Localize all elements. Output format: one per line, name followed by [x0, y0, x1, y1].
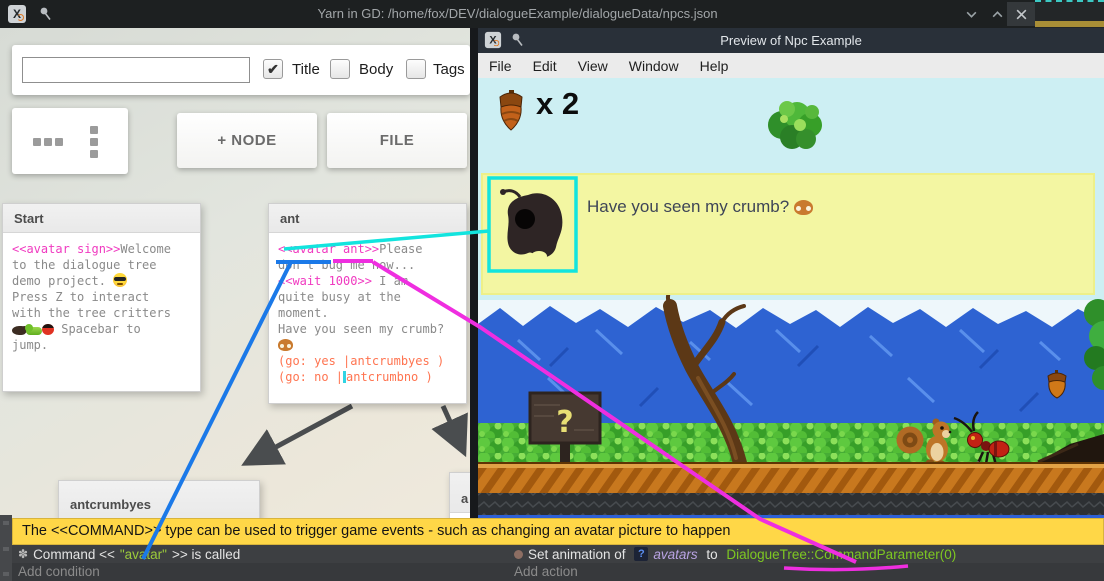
goto-option-no: (go: no |	[278, 370, 343, 384]
dialogue-text: Have you seen my crumb?	[587, 197, 813, 217]
ant-avatar	[498, 185, 570, 265]
checkbox-tags[interactable]	[406, 59, 426, 79]
ground-highlight	[478, 464, 1104, 468]
preview-window: Preview of Npc Example File Edit View Wi…	[470, 28, 1104, 581]
close-button[interactable]	[1007, 2, 1035, 26]
ground-edge	[478, 462, 1104, 464]
action-panel: Set animation of ? avatars to DialogueTre…	[508, 545, 1104, 581]
condition-text: >> is called	[172, 547, 240, 562]
node-ant-body[interactable]: <<avatar ant>>Please don't bug me now...…	[269, 233, 466, 393]
node-text: Press Z to interact with the tree critte…	[12, 290, 171, 320]
action-row[interactable]: Set animation of ? avatars to DialogueTre…	[508, 545, 1104, 563]
node-ant[interactable]: ant <<avatar ant>>Please don't bug me no…	[268, 203, 467, 404]
add-action[interactable]: Add action	[508, 563, 1104, 581]
checkbox-title-label: Title	[292, 61, 320, 78]
screen: Yarn in GD: /home/fox/DEV/dialogueExampl…	[0, 0, 1104, 581]
menu-help[interactable]: Help	[700, 58, 729, 74]
ladybug-emoji	[42, 324, 54, 335]
sunglasses-face-emoji	[113, 273, 127, 287]
yarn-command: <<avatar sign>>	[12, 242, 120, 256]
yarn-command: <<avatar ant>>	[278, 242, 379, 256]
hud-item-count: x 2	[536, 86, 579, 122]
preview-title: Preview of Npc Example	[478, 28, 1104, 53]
dialogue-line: Have you seen my crumb?	[587, 197, 794, 216]
missing-object-icon: ?	[634, 547, 648, 561]
node-antcrumbyes-title[interactable]: antcrumbyes	[59, 481, 259, 521]
background-window-sliver	[1035, 0, 1104, 28]
tip-banner: The <<COMMAND>> type can be used to trig…	[12, 518, 1104, 545]
file-button[interactable]: FILE	[327, 113, 467, 168]
yarn-editor-canvas[interactable]: Title Body Tags + NODE FILE	[0, 28, 470, 581]
window-title: Yarn in GD: /home/fox/DEV/dialogueExampl…	[0, 0, 1035, 28]
arrow-ant-to-antcrumbyes	[250, 406, 352, 461]
sign-question-mark: ?	[556, 405, 573, 440]
checkbox-body[interactable]	[330, 59, 350, 79]
node-start-title[interactable]: Start	[3, 204, 200, 233]
menu-view[interactable]: View	[578, 58, 608, 74]
condition-icon: ✽	[18, 547, 28, 561]
main-window-titlebar: Yarn in GD: /home/fox/DEV/dialogueExampl…	[0, 0, 1104, 28]
goto-option-no-target: antcrumbno )	[346, 370, 433, 384]
search-input[interactable]	[22, 57, 250, 83]
node-start-body[interactable]: <<avatar sign>>Welcome to the dialogue t…	[3, 233, 200, 361]
action-text: Set animation of	[528, 547, 629, 562]
action-expression: DialogueTree::CommandParameter(0)	[726, 547, 956, 562]
maximize-button[interactable]	[986, 2, 1008, 26]
menu-window[interactable]: Window	[629, 58, 679, 74]
search-panel: Title Body Tags	[12, 45, 470, 95]
bush-sprite	[762, 95, 828, 153]
condition-text: Command <<	[33, 547, 115, 562]
preview-titlebar: Preview of Npc Example	[478, 28, 1104, 53]
layout-toggle-card[interactable]	[12, 108, 128, 174]
rock-band	[478, 493, 1104, 515]
preview-menubar: File Edit View Window Help	[478, 53, 1104, 78]
yarn-command: <<wait 1000>>	[278, 274, 372, 288]
ground-dirt	[478, 468, 1104, 493]
node-start[interactable]: Start <<avatar sign>>Welcome to the dial…	[2, 203, 201, 392]
caterpillar-emoji	[26, 327, 42, 335]
events-sheet-gutter	[0, 515, 12, 581]
menu-edit[interactable]: Edit	[533, 58, 557, 74]
node-ant-title[interactable]: ant	[269, 204, 466, 233]
node-antcrumbno-title[interactable]: a	[450, 473, 470, 513]
pretzel-emoji	[794, 200, 813, 215]
checkbox-title[interactable]	[263, 59, 283, 79]
minimize-button[interactable]	[960, 2, 982, 26]
add-condition[interactable]: Add condition	[12, 563, 508, 581]
ant-emoji	[12, 326, 26, 335]
checkbox-tags-label: Tags	[433, 61, 465, 78]
menu-file[interactable]: File	[489, 58, 512, 74]
add-node-button[interactable]: + NODE	[177, 113, 317, 168]
action-icon	[514, 550, 523, 559]
condition-param: "avatar"	[120, 547, 167, 562]
action-text: to	[703, 547, 722, 562]
goto-option-yes: (go: yes |antcrumbyes )	[278, 354, 444, 368]
condition-panel: ✽ Command << "avatar" >> is called Add cond…	[12, 545, 508, 581]
pretzel-emoji	[278, 339, 293, 351]
checkbox-body-label: Body	[359, 61, 393, 78]
arrow-ant-to-antcrumbno	[443, 406, 462, 448]
action-object: avatars	[653, 547, 697, 562]
condition-row[interactable]: ✽ Command << "avatar" >> is called	[12, 545, 508, 563]
hud-acorn-icon	[497, 90, 525, 132]
game-viewport[interactable]: ?	[478, 78, 1104, 581]
dialogue-box: Have you seen my crumb?	[481, 173, 1095, 295]
